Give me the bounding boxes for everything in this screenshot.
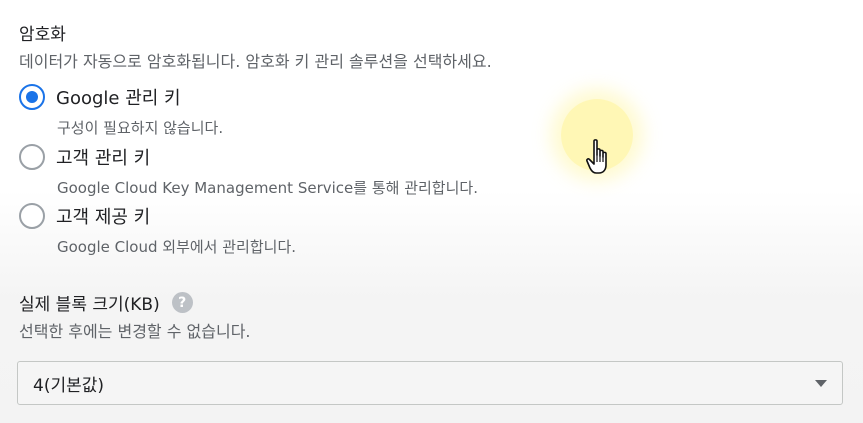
radio-button-google-managed[interactable]: [19, 84, 45, 110]
radio-button-customer-managed[interactable]: [19, 144, 45, 170]
radio-customer-managed-key[interactable]: 고객 관리 키: [19, 144, 150, 170]
chevron-down-icon[interactable]: [815, 380, 827, 387]
radio-google-managed-key[interactable]: Google 관리 키: [19, 84, 181, 110]
help-icon[interactable]: ?: [171, 292, 193, 313]
radio-description-google-managed: 구성이 필요하지 않습니다.: [57, 119, 224, 137]
block-size-label: 실제 블록 크기(KB): [19, 295, 160, 315]
encryption-section-title: 암호화: [19, 25, 66, 45]
radio-customer-supplied-key[interactable]: 고객 제공 키: [19, 203, 150, 229]
hand-pointer-icon: [586, 139, 607, 174]
encryption-section-description: 데이터가 자동으로 암호화됩니다. 암호화 키 관리 솔루션을 선택하세요.: [19, 52, 492, 71]
radio-label-google-managed: Google 관리 키: [56, 88, 181, 109]
radio-label-customer-supplied: 고객 제공 키: [56, 207, 151, 228]
radio-description-customer-managed: Google Cloud Key Management Service를 통해 …: [57, 179, 478, 197]
block-size-select[interactable]: 4(기본값): [17, 361, 843, 405]
radio-description-customer-supplied: Google Cloud 외부에서 관리합니다.: [57, 238, 297, 256]
radio-label-customer-managed: 고객 관리 키: [56, 148, 151, 169]
block-size-title: 실제 블록 크기(KB) ?: [19, 290, 193, 315]
radio-button-customer-supplied[interactable]: [19, 203, 45, 229]
block-size-description: 선택한 후에는 변경할 수 없습니다.: [19, 322, 251, 341]
block-size-selected-value: 4(기본값): [33, 375, 105, 396]
